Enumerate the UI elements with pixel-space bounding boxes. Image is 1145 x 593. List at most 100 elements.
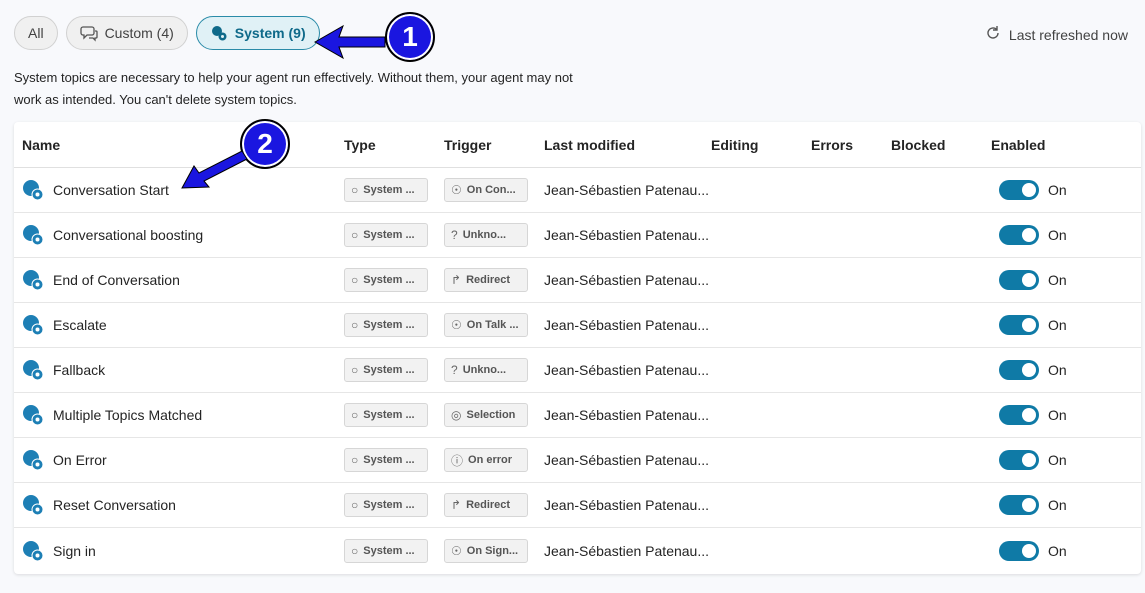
last-modified-cell: Jean-Sébastien Patenau... — [544, 407, 710, 423]
topic-name-link[interactable]: Escalate — [53, 317, 107, 333]
table-row[interactable]: Reset Conversation ○ System ... ↱ Redire… — [14, 483, 1141, 528]
topic-name-link[interactable]: Reset Conversation — [53, 497, 176, 513]
table-row[interactable]: On Error ○ System ... ⓘ On error Jean-Sé… — [14, 438, 1141, 483]
type-label: System ... — [363, 409, 415, 421]
filter-custom-button[interactable]: Custom (4) — [65, 16, 188, 50]
column-enabled[interactable]: Enabled — [991, 137, 1131, 153]
enabled-label: On — [1048, 497, 1067, 513]
enabled-cell: On — [991, 495, 1131, 515]
enabled-cell: On — [991, 180, 1131, 200]
type-label: System ... — [363, 544, 415, 557]
topic-name-link[interactable]: Fallback — [53, 362, 105, 378]
trigger-label: On error — [468, 454, 513, 466]
system-topics-description: System topics are necessary to help your… — [14, 70, 573, 107]
column-last-modified[interactable]: Last modified — [536, 137, 711, 153]
type-label: System ... — [363, 229, 415, 241]
filter-all-label: All — [28, 25, 44, 41]
system-topic-icon — [22, 359, 44, 381]
enabled-toggle[interactable] — [999, 225, 1039, 245]
topic-name-link[interactable]: End of Conversation — [53, 272, 180, 288]
column-errors[interactable]: Errors — [811, 137, 891, 153]
topic-name-link[interactable]: Multiple Topics Matched — [53, 407, 202, 423]
trigger-cell: ↱ Redirect — [436, 268, 536, 292]
trigger-label: Redirect — [466, 499, 511, 511]
topic-name-cell: Reset Conversation — [14, 494, 336, 516]
type-tag: ○ System ... — [344, 448, 428, 472]
enabled-toggle[interactable] — [999, 405, 1039, 425]
column-editing[interactable]: Editing — [711, 137, 811, 153]
topic-name-link[interactable]: On Error — [53, 452, 107, 468]
last-modified-cell: Jean-Sébastien Patenau... — [544, 182, 710, 198]
column-blocked[interactable]: Blocked — [891, 137, 991, 153]
trigger-label: Selection — [466, 409, 516, 421]
last-modified-cell: Jean-Sébastien Patenau... — [544, 317, 710, 333]
refresh-label: Last refreshed now — [1008, 26, 1128, 43]
type-cell: ○ System ... — [336, 178, 436, 202]
topic-name-link[interactable]: Conversation Start — [53, 182, 169, 198]
enabled-label: On — [1048, 542, 1067, 559]
enabled-toggle[interactable] — [999, 360, 1039, 380]
topic-name-link[interactable]: Sign in — [53, 543, 96, 559]
type-tag: ○ System ... — [344, 493, 428, 517]
enabled-cell: On — [991, 540, 1131, 561]
topic-name-cell: On Error — [14, 449, 336, 471]
table-row[interactable]: Conversational boosting ○ System ... ? U… — [14, 213, 1141, 258]
selection-icon: ◎ — [451, 408, 462, 422]
question-icon: ? — [451, 228, 458, 242]
trigger-tag: ↱ Redirect — [444, 268, 528, 292]
enabled-toggle[interactable] — [999, 495, 1039, 515]
type-label: System ... — [363, 274, 415, 286]
table-row[interactable]: Escalate ○ System ... ☉ On Talk ... Jean… — [14, 303, 1141, 348]
table-row[interactable]: Multiple Topics Matched ○ System ... ◎ S… — [14, 393, 1141, 438]
trigger-tag: ↱ Redirect — [444, 493, 528, 517]
refresh-status[interactable]: Last refreshed now — [985, 25, 1128, 44]
column-type[interactable]: Type — [336, 137, 436, 153]
table-row[interactable]: Fallback ○ System ... ? Unkno... Jean-Sé… — [14, 348, 1141, 393]
type-cell: ○ System ... — [336, 403, 436, 427]
enabled-label: On — [1048, 182, 1067, 198]
lightbulb-icon: ☉ — [451, 183, 462, 197]
enabled-label: On — [1048, 452, 1067, 468]
annotation-arrow-2 — [181, 150, 248, 189]
table-row[interactable]: Sign in ○ System ... ☉ On Sign... Jean-S… — [14, 528, 1141, 573]
system-type-icon: ○ — [351, 543, 359, 558]
trigger-label: On Talk ... — [466, 319, 519, 331]
trigger-label: On Sign... — [466, 544, 519, 557]
trigger-tag: ☉ On Sign... — [444, 538, 528, 563]
trigger-cell: ? Unkno... — [436, 358, 536, 382]
lightbulb-icon: ☉ — [451, 318, 462, 332]
trigger-tag: ? Unkno... — [444, 358, 528, 382]
type-tag: ○ System ... — [344, 178, 428, 202]
system-type-icon: ○ — [351, 498, 359, 512]
column-trigger[interactable]: Trigger — [436, 137, 536, 153]
enabled-toggle[interactable] — [999, 270, 1039, 290]
filter-system-label: System (9) — [234, 25, 306, 41]
last-modified-cell: Jean-Sébastien Patenau... — [544, 497, 710, 513]
filter-all-button[interactable]: All — [14, 16, 58, 50]
type-cell: ○ System ... — [336, 493, 436, 517]
system-topic-icon — [22, 404, 44, 426]
enabled-toggle[interactable] — [999, 315, 1039, 335]
type-tag: ○ System ... — [344, 268, 428, 292]
system-type-icon: ○ — [351, 273, 359, 287]
table-row[interactable]: End of Conversation ○ System ... ↱ Redir… — [14, 258, 1141, 303]
enabled-label: On — [1048, 227, 1067, 243]
filter-bar: All Custom (4) System (9) — [14, 16, 320, 50]
topic-name-cell: Fallback — [14, 359, 336, 381]
trigger-cell: ☉ On Sign... — [436, 538, 536, 563]
type-label: System ... — [363, 319, 415, 331]
system-topic-icon — [22, 540, 44, 562]
topic-name-cell: Multiple Topics Matched — [14, 404, 336, 426]
enabled-toggle[interactable] — [999, 180, 1039, 200]
system-type-icon: ○ — [351, 453, 359, 467]
enabled-toggle[interactable] — [999, 540, 1039, 561]
table-body: Conversation Start ○ System ... ☉ On Con… — [14, 168, 1141, 573]
system-type-icon: ○ — [351, 408, 359, 422]
filter-system-button[interactable]: System (9) — [195, 16, 320, 50]
topic-name-cell: End of Conversation — [14, 269, 336, 291]
topic-name-link[interactable]: Conversational boosting — [53, 227, 203, 243]
enabled-label: On — [1048, 407, 1067, 423]
type-tag: ○ System ... — [344, 313, 428, 337]
enabled-toggle[interactable] — [999, 450, 1039, 470]
enabled-cell: On — [991, 270, 1131, 290]
